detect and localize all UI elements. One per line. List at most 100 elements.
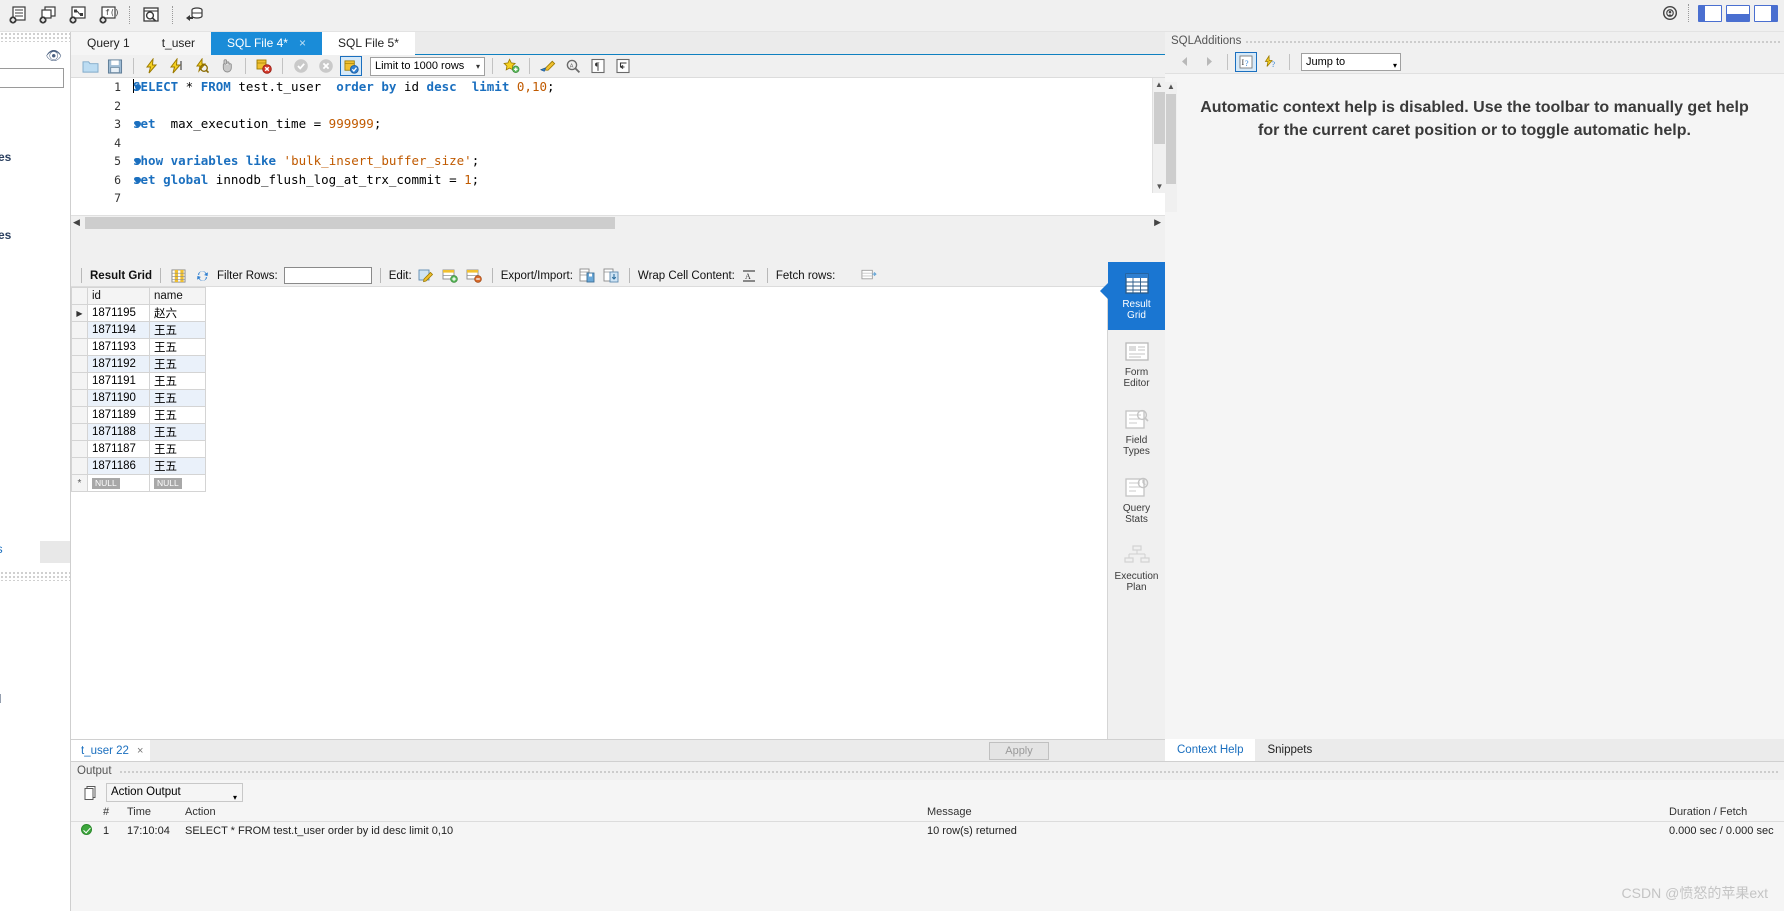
rollback-icon[interactable] xyxy=(315,56,337,76)
tab-context-help[interactable]: Context Help xyxy=(1165,739,1256,761)
refresh-icon[interactable] xyxy=(193,267,213,285)
sql-line[interactable]: set max_execution_time = 999999; xyxy=(133,115,1165,134)
jump-to-select[interactable]: Jump to ▾ xyxy=(1301,52,1401,71)
new-row-marker[interactable]: * xyxy=(71,474,88,492)
toggle-stop-on-error-icon[interactable] xyxy=(253,56,275,76)
new-procedure-icon[interactable]: f() xyxy=(94,2,122,28)
tab-t-user[interactable]: t_user xyxy=(145,32,212,55)
table-row[interactable]: 1871188 王五 xyxy=(71,423,206,441)
result-tab-query-stats[interactable]: Query Stats xyxy=(1108,466,1165,534)
cell-id[interactable]: 1871191 xyxy=(87,372,150,390)
beautify-sql-icon[interactable] xyxy=(537,56,559,76)
row-selector-cell[interactable] xyxy=(71,321,88,339)
resultset-tab-t-user[interactable]: t_user 22 × xyxy=(71,740,151,762)
sql-line[interactable]: set global innodb_flush_log_at_trx_commi… xyxy=(133,171,1165,190)
cell-name[interactable]: 王五 xyxy=(149,406,206,424)
schema-filter-input[interactable] xyxy=(0,68,64,88)
fetch-rows-icon[interactable] xyxy=(859,267,879,285)
cell-name[interactable]: 王五 xyxy=(149,355,206,373)
new-view-icon[interactable] xyxy=(64,2,92,28)
toggle-right-sidebar-button[interactable] xyxy=(1754,4,1778,22)
left-tab-label[interactable]: as xyxy=(0,542,3,556)
cell-id[interactable]: 1871195 xyxy=(87,304,150,322)
table-row[interactable]: 1871193 王五 xyxy=(71,338,206,356)
cell-id[interactable]: 1871187 xyxy=(87,440,150,458)
cell-name[interactable]: 王五 xyxy=(149,457,206,475)
new-table-icon[interactable] xyxy=(34,2,62,28)
context-help-icon[interactable]: I ? xyxy=(1235,51,1257,72)
row-selector-cell[interactable] xyxy=(71,355,88,373)
table-row[interactable]: 1871187 王五 xyxy=(71,440,206,458)
table-row[interactable]: 1871186 王五 xyxy=(71,457,206,475)
table-row[interactable]: 1871190 王五 xyxy=(71,389,206,407)
sql-code-area[interactable]: 1 2 3 4 5 6 7 SELECT * FROM test.t_user … xyxy=(71,78,1165,207)
gear-icon[interactable] xyxy=(1661,4,1679,22)
cell-name[interactable]: 赵六 xyxy=(149,304,206,322)
scroll-up-icon[interactable]: ▲ xyxy=(1165,82,1177,91)
row-selector-cell[interactable] xyxy=(71,389,88,407)
cell-id[interactable]: 1871189 xyxy=(87,406,150,424)
cell-name[interactable]: 王五 xyxy=(149,372,206,390)
reconnect-server-icon[interactable] xyxy=(180,2,208,28)
row-selector-cell[interactable] xyxy=(71,338,88,356)
column-header-name[interactable]: name xyxy=(149,287,206,305)
output-pane-icon[interactable] xyxy=(79,782,101,802)
row-limit-select[interactable]: Limit to 1000 rows ▾ xyxy=(370,56,485,76)
save-sql-file-icon[interactable] xyxy=(104,56,126,76)
scroll-thumb[interactable] xyxy=(1154,92,1165,144)
cell-name[interactable]: 王五 xyxy=(149,440,206,458)
close-icon[interactable]: × xyxy=(299,32,306,55)
cell-name[interactable]: 王五 xyxy=(149,389,206,407)
eye-icon[interactable]: 👁 xyxy=(45,48,62,64)
row-selector-cell[interactable] xyxy=(71,423,88,441)
sql-line[interactable] xyxy=(133,134,1165,153)
output-type-select[interactable]: Action Output ▾ xyxy=(106,782,243,802)
result-grid-pane[interactable]: id name ▶ 1871195 赵六 1871194 王五 1871193 王五 1871… xyxy=(71,287,1108,739)
left-tabstrip-active[interactable] xyxy=(0,541,40,563)
forward-arrow-icon[interactable] xyxy=(1198,52,1220,72)
editor-vertical-scrollbar[interactable]: ▲ ▼ xyxy=(1152,78,1165,193)
toggle-output-area-button[interactable] xyxy=(1726,4,1750,22)
table-row[interactable]: 1871189 王五 xyxy=(71,406,206,424)
row-selector-cell[interactable] xyxy=(71,406,88,424)
table-row[interactable]: ▶ 1871195 赵六 xyxy=(71,304,206,322)
table-row[interactable]: 1871194 王五 xyxy=(71,321,206,339)
commit-icon[interactable] xyxy=(290,56,312,76)
row-selector-cell[interactable]: ▶ xyxy=(71,304,88,322)
find-icon[interactable]: A xyxy=(562,56,584,76)
table-row[interactable]: 1871191 王五 xyxy=(71,372,206,390)
toggle-left-sidebar-button[interactable] xyxy=(1698,4,1722,22)
toggle-invisible-chars-icon[interactable]: ¶ xyxy=(587,56,609,76)
sql-line[interactable] xyxy=(133,97,1165,116)
toggle-word-wrap-icon[interactable] xyxy=(612,56,634,76)
editor-horizontal-scrollbar[interactable]: ◀ ▶ xyxy=(71,215,1165,230)
cell-id-null[interactable]: NULL xyxy=(87,474,150,492)
wrap-cell-icon[interactable]: A xyxy=(739,267,759,285)
scroll-up-icon[interactable]: ▲ xyxy=(1153,78,1165,91)
row-selector-cell[interactable] xyxy=(71,457,88,475)
import-recordset-icon[interactable] xyxy=(601,267,621,285)
execute-current-statement-icon[interactable] xyxy=(166,56,188,76)
cell-id[interactable]: 1871193 xyxy=(87,338,150,356)
explain-statement-icon[interactable] xyxy=(191,56,213,76)
row-selector-cell[interactable] xyxy=(71,440,88,458)
table-row[interactable]: 1871192 王五 xyxy=(71,355,206,373)
filter-rows-input[interactable] xyxy=(283,267,372,284)
scroll-right-icon[interactable]: ▶ xyxy=(1154,217,1161,228)
stop-execution-icon[interactable] xyxy=(216,56,238,76)
cell-name-null[interactable]: NULL xyxy=(149,474,206,492)
cell-name[interactable]: 王五 xyxy=(149,321,206,339)
execute-statement-icon[interactable] xyxy=(141,56,163,76)
close-icon[interactable]: × xyxy=(137,740,143,762)
scroll-left-icon[interactable]: ◀ xyxy=(73,217,80,228)
row-selector-cell[interactable] xyxy=(71,372,88,390)
snippet-star-icon[interactable] xyxy=(500,56,522,76)
sql-code-lines[interactable]: SELECT * FROM test.t_user order by id de… xyxy=(133,78,1165,207)
open-sql-file-icon[interactable] xyxy=(79,56,101,76)
cell-name[interactable]: 王五 xyxy=(149,423,206,441)
sql-additions-scrollbar[interactable]: ▲ xyxy=(1165,82,1177,212)
output-row[interactable]: 1 17:10:04 SELECT * FROM test.t_user ord… xyxy=(71,821,1784,841)
cell-id[interactable]: 1871192 xyxy=(87,355,150,373)
scroll-thumb-horizontal[interactable] xyxy=(85,217,615,229)
cell-name[interactable]: 王五 xyxy=(149,338,206,356)
